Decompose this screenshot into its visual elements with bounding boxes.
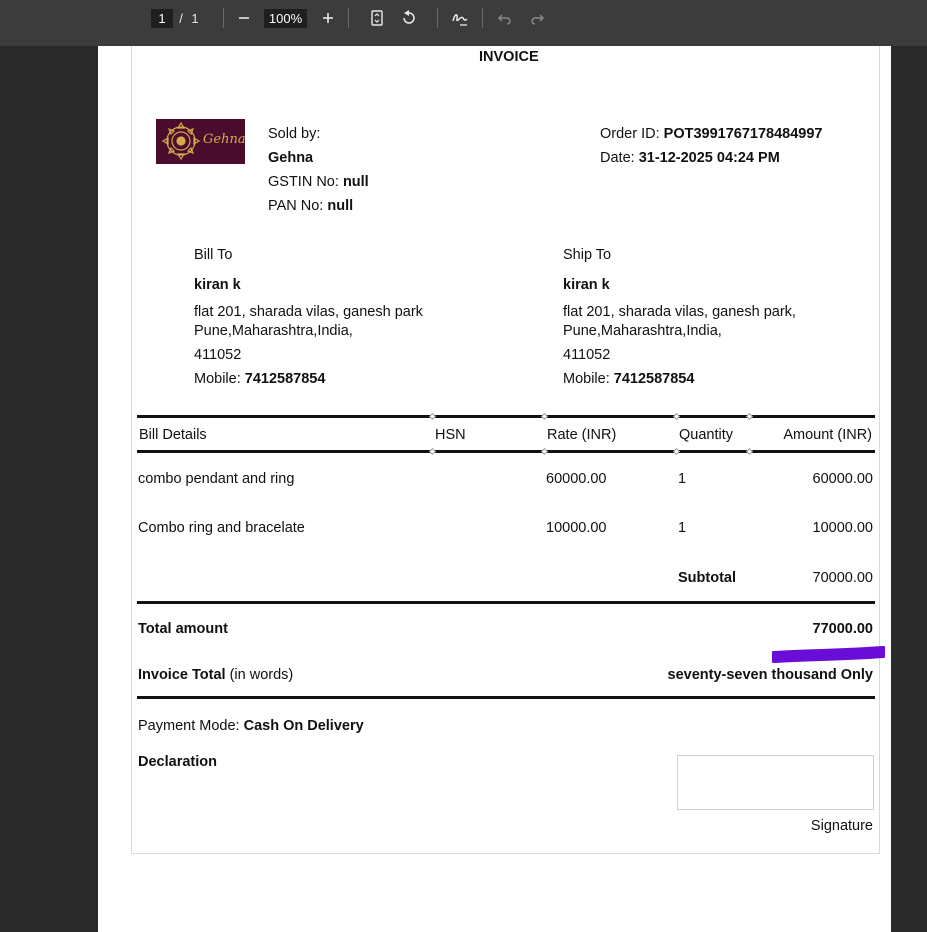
invoice-total-words-label: Invoice Total (in words) bbox=[138, 666, 293, 684]
highlighter-annotation bbox=[772, 646, 885, 663]
ship-to-address-line2: Pune,Maharashtra,India, bbox=[563, 323, 722, 339]
invoice-total-words-value: seventy-seven thousand Only bbox=[667, 667, 873, 683]
ship-to-mobile: Mobile: 7412587854 bbox=[563, 370, 694, 388]
rotate-icon[interactable] bbox=[399, 8, 419, 28]
bill-to-mobile-label: Mobile: bbox=[194, 371, 241, 387]
column-header-hsn: HSN bbox=[435, 427, 466, 443]
declaration-label: Declaration bbox=[138, 754, 217, 770]
date-line: Date: 31-12-2025 04:24 PM bbox=[600, 149, 780, 167]
column-header-bill-details: Bill Details bbox=[139, 427, 207, 443]
row-2-quantity: 1 bbox=[678, 520, 687, 536]
seller-name: Gehna bbox=[268, 150, 314, 166]
bill-to-heading: Bill To bbox=[194, 247, 233, 263]
column-header-amount: Amount (INR) bbox=[783, 427, 872, 443]
page-total: 1 bbox=[191, 10, 199, 26]
pdf-toolbar: 1 / 1 100% bbox=[0, 0, 927, 46]
ship-to-pincode: 411052 bbox=[563, 347, 611, 363]
bill-to-pincode: 411052 bbox=[194, 347, 242, 363]
payment-mode-value: Cash On Delivery bbox=[243, 718, 364, 734]
bill-to-name: kiran k bbox=[194, 277, 241, 293]
ship-to-name: kiran k bbox=[563, 277, 610, 293]
bill-to-mobile: Mobile: 7412587854 bbox=[194, 370, 325, 388]
row-1-amount: 60000.00 bbox=[812, 471, 873, 487]
fit-page-icon[interactable] bbox=[367, 8, 387, 28]
total-amount-value: 77000.00 bbox=[812, 621, 873, 637]
order-id-line: Order ID: POT3991767178484997 bbox=[600, 125, 823, 143]
row-1-rate: 60000.00 bbox=[546, 471, 607, 487]
signature-box bbox=[677, 755, 874, 810]
page-separator: / bbox=[179, 10, 183, 26]
signature-label: Signature bbox=[810, 818, 873, 834]
toolbar-divider bbox=[437, 8, 438, 28]
date-label: Date: bbox=[600, 150, 635, 166]
ship-to-mobile-label: Mobile: bbox=[563, 371, 610, 387]
payment-mode-label: Payment Mode: bbox=[138, 718, 240, 734]
zoom-level-input[interactable]: 100% bbox=[264, 9, 307, 28]
order-id-label: Order ID: bbox=[600, 126, 660, 142]
logo-wordmark: Gehna bbox=[203, 132, 245, 147]
zoom-in-icon[interactable] bbox=[318, 8, 338, 28]
sold-by-label: Sold by: bbox=[268, 126, 321, 142]
invoice-total-label: Invoice Total bbox=[138, 667, 226, 683]
row-2-details: Combo ring and bracelate bbox=[138, 520, 305, 536]
total-amount-label: Total amount bbox=[138, 621, 228, 637]
subtotal-label: Subtotal bbox=[678, 570, 736, 586]
ship-to-mobile-value: 7412587854 bbox=[613, 371, 695, 387]
bill-to-address-line2: Pune,Maharashtra,India, bbox=[194, 323, 353, 339]
row-1-quantity: 1 bbox=[678, 471, 687, 487]
bill-to-mobile-value: 7412587854 bbox=[244, 371, 326, 387]
row-2-amount: 10000.00 bbox=[812, 520, 873, 536]
bill-to-address-line1: flat 201, sharada vilas, ganesh park bbox=[194, 304, 423, 320]
page-number-input[interactable]: 1 bbox=[151, 9, 173, 28]
pan-line: PAN No: null bbox=[268, 197, 353, 215]
toolbar-divider bbox=[482, 8, 483, 28]
seller-logo: Gehna bbox=[156, 119, 245, 164]
undo-icon[interactable] bbox=[495, 8, 515, 28]
gstin-value: null bbox=[342, 174, 369, 190]
pan-label: PAN No: bbox=[268, 198, 324, 214]
order-id-value: POT3991767178484997 bbox=[663, 126, 823, 142]
column-header-quantity: Quantity bbox=[679, 427, 733, 443]
column-header-rate: Rate (INR) bbox=[547, 427, 617, 443]
table-header-bottom-rule bbox=[137, 450, 875, 453]
table-header-top-rule bbox=[137, 415, 875, 418]
total-bottom-rule bbox=[137, 696, 875, 699]
ship-to-address-line1: flat 201, sharada vilas, ganesh park, bbox=[563, 304, 796, 320]
row-2-rate: 10000.00 bbox=[546, 520, 607, 536]
redo-icon[interactable] bbox=[527, 8, 547, 28]
gstin-line: GSTIN No: null bbox=[268, 173, 369, 191]
gstin-label: GSTIN No: bbox=[268, 174, 339, 190]
zoom-out-icon[interactable] bbox=[234, 8, 254, 28]
row-1-details: combo pendant and ring bbox=[138, 471, 295, 487]
toolbar-divider bbox=[223, 8, 224, 28]
ship-to-heading: Ship To bbox=[563, 247, 612, 263]
total-top-rule bbox=[137, 601, 875, 604]
in-words-suffix: (in words) bbox=[229, 667, 294, 683]
toolbar-divider bbox=[348, 8, 349, 28]
date-value: 31-12-2025 04:24 PM bbox=[638, 150, 780, 166]
pan-value: null bbox=[327, 198, 354, 214]
invoice-title: INVOICE bbox=[479, 49, 539, 65]
draw-annotation-icon[interactable] bbox=[450, 8, 470, 28]
subtotal-value: 70000.00 bbox=[812, 570, 873, 586]
payment-mode-line: Payment Mode: Cash On Delivery bbox=[138, 717, 364, 735]
